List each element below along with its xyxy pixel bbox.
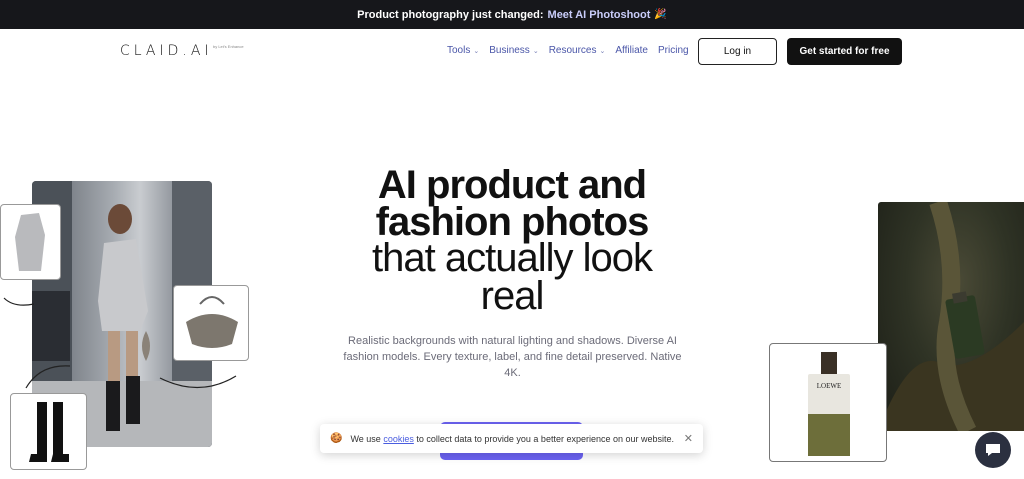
cookie-banner: 🍪 We use cookies to collect data to prov… <box>320 424 703 453</box>
close-icon[interactable]: ✕ <box>684 432 693 445</box>
product-thumb-boots <box>10 393 87 470</box>
perfume-bottle-photo: LOEWE <box>769 343 887 462</box>
perfume-forest-photo <box>878 202 1024 431</box>
cookie-icon: 🍪 <box>330 433 343 444</box>
product-thumb-dress <box>0 204 61 280</box>
chat-icon <box>986 444 1000 456</box>
chat-button[interactable] <box>975 432 1011 468</box>
decorative-arrows <box>3 297 237 389</box>
hero-subtitle: Realistic backgrounds with natural light… <box>343 335 682 379</box>
cookies-link[interactable]: cookies <box>383 434 414 444</box>
cookie-text: We use cookies to collect data to provid… <box>350 433 675 444</box>
bottle-label: LOEWE <box>816 382 842 390</box>
